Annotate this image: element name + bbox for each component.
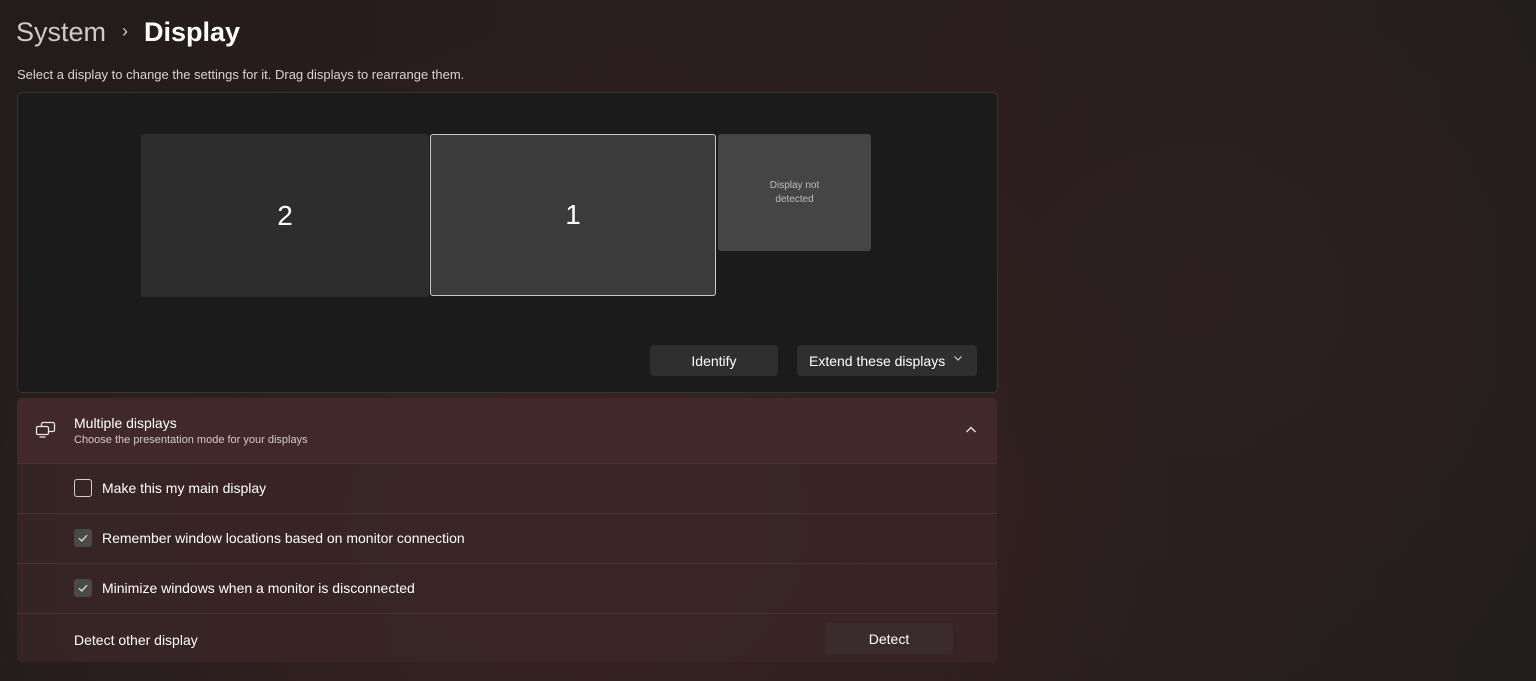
identify-button[interactable]: Identify [650, 345, 778, 376]
multiple-displays-icon [35, 421, 57, 439]
checkmark-icon [78, 534, 88, 543]
monitor-1-selected[interactable]: 1 [430, 134, 716, 296]
chevron-up-icon[interactable] [963, 422, 979, 438]
arrangement-hint: Select a display to change the settings … [17, 67, 465, 82]
remember-window-locations-checkbox[interactable] [74, 529, 92, 547]
minimize-windows-checkbox[interactable] [74, 579, 92, 597]
detect-other-display-label: Detect other display [74, 632, 198, 648]
breadcrumb-system-link[interactable]: System [16, 17, 106, 48]
monitor-not-detected-label: Display not detected [769, 179, 820, 205]
main-display-label: Make this my main display [102, 480, 267, 496]
monitor-2[interactable]: 2 [141, 134, 429, 297]
identify-button-label: Identify [691, 352, 737, 369]
display-arrangement-panel: 2 1 Display not detected Identify Extend… [17, 92, 998, 393]
page-title: Display [144, 16, 241, 47]
detect-button-label: Detect [868, 630, 910, 647]
minimize-windows-label: Minimize windows when a monitor is disco… [102, 580, 415, 596]
display-mode-dropdown[interactable]: Extend these displays [797, 345, 977, 376]
option-minimize-windows: Minimize windows when a monitor is disco… [17, 563, 997, 612]
checkmark-icon [78, 584, 88, 593]
option-main-display: Make this my main display [17, 463, 997, 512]
chevron-right-icon: › [122, 20, 129, 41]
monitor-2-label: 2 [277, 199, 293, 231]
monitor-1-label: 1 [565, 199, 581, 230]
display-mode-selected: Extend these displays [809, 352, 946, 369]
multiple-displays-panel: Multiple displays Choose the presentatio… [17, 398, 997, 662]
main-display-checkbox[interactable] [74, 479, 92, 497]
monitor-not-detected[interactable]: Display not detected [718, 134, 871, 251]
detect-other-display-row: Detect other display Detect [17, 613, 997, 662]
multiple-displays-subtitle: Choose the presentation mode for your di… [74, 434, 308, 446]
option-remember-window-locations: Remember window locations based on monit… [17, 513, 997, 562]
chevron-down-icon [953, 353, 963, 366]
detect-button[interactable]: Detect [825, 623, 953, 654]
breadcrumb: System › Display [16, 12, 240, 52]
remember-window-locations-label: Remember window locations based on monit… [102, 530, 465, 546]
multiple-displays-title: Multiple displays [74, 415, 177, 431]
multiple-displays-header[interactable]: Multiple displays Choose the presentatio… [17, 398, 997, 463]
